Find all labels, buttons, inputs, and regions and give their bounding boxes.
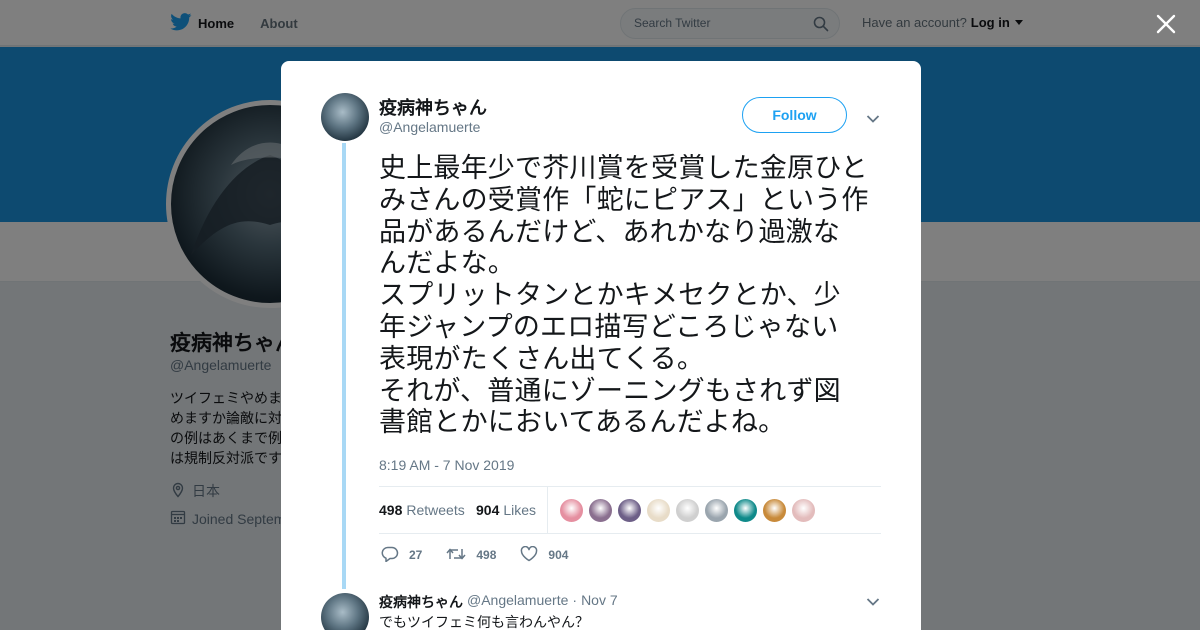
tweet-modal: 疫病神ちゃん @Angelamuerte Follow 史上最年少で芥川賞を受賞…: [281, 61, 921, 630]
chevron-down-icon[interactable]: [866, 594, 880, 612]
reply-date[interactable]: Nov 7: [581, 592, 618, 612]
tweet-text-line: 年ジャンプのエロ描写どころじゃない: [379, 311, 839, 342]
liker-avatar[interactable]: [588, 498, 613, 523]
author-avatar[interactable]: [321, 93, 369, 141]
heart-icon: [520, 545, 538, 565]
reply-separator: ·: [572, 592, 578, 608]
like-count: 904: [548, 548, 569, 562]
stats-divider: [547, 487, 548, 534]
tweet-text-line: 書館とかにおいてあるんだよね。: [379, 407, 786, 438]
reply-text: でもツイフェミ何も言わんやん？: [379, 614, 589, 630]
liker-avatar[interactable]: [617, 498, 642, 523]
reply-author-handle[interactable]: @Angelamuerte: [467, 592, 568, 612]
tweet-timestamp[interactable]: 8:19 AM - 7 Nov 2019: [379, 457, 514, 473]
retweets-label: Retweets: [406, 502, 465, 518]
author-handle[interactable]: @Angelamuerte: [379, 119, 480, 135]
author-name[interactable]: 疫病神ちゃん: [379, 94, 487, 120]
tweet-actions: 27 498 904: [381, 545, 592, 565]
liker-avatar[interactable]: [704, 498, 729, 523]
tweet-text: 史上最年少で芥川賞を受賞した金原ひと みさんの受賞作「蛇にピアス」という作 品が…: [379, 153, 891, 439]
liker-avatars: [559, 498, 816, 523]
retweet-action[interactable]: 498: [446, 546, 496, 565]
tweet-text-line: それが、普通にゾーニングもされず図: [379, 375, 841, 406]
tweet-stats: 498 Retweets 904 Likes: [379, 486, 881, 534]
retweets-stat[interactable]: 498 Retweets: [379, 502, 465, 518]
liker-avatar[interactable]: [791, 498, 816, 523]
likes-stat[interactable]: 904 Likes: [476, 502, 536, 518]
likes-label: Likes: [503, 502, 537, 518]
reply-header: 疫病神ちゃん @Angelamuerte · Nov 7: [379, 592, 618, 612]
reply-author-name[interactable]: 疫病神ちゃん: [379, 592, 463, 612]
reply-avatar[interactable]: [321, 593, 369, 630]
follow-button[interactable]: Follow: [742, 97, 847, 133]
liker-avatar[interactable]: [559, 498, 584, 523]
tweet-text-line: 品があるんだけど、あれかなり過激な: [379, 216, 841, 247]
liker-avatar[interactable]: [675, 498, 700, 523]
retweet-icon: [446, 546, 466, 565]
reply-count: 27: [409, 548, 423, 562]
like-action[interactable]: 904: [520, 545, 569, 565]
tweet-text-line: みさんの受賞作「蛇にピアス」という作: [379, 184, 869, 215]
retweets-count: 498: [379, 502, 403, 518]
retweet-count: 498: [476, 548, 497, 562]
thread-connector-line: [342, 143, 346, 589]
close-icon[interactable]: [1154, 12, 1178, 36]
liker-avatar[interactable]: [646, 498, 671, 523]
reply-icon: [381, 546, 399, 565]
tweet-text-line: んだよな。: [379, 248, 515, 279]
reply-action[interactable]: 27: [381, 546, 422, 565]
liker-avatar[interactable]: [733, 498, 758, 523]
tweet-text-line: 史上最年少で芥川賞を受賞した金原ひと: [379, 153, 868, 183]
likes-count: 904: [476, 502, 500, 518]
tweet-text-line: スプリットタンとかキメセクとか、少: [379, 280, 841, 311]
tweet-text-line: 表現がたくさん出てくる。: [379, 343, 705, 374]
chevron-down-icon[interactable]: [866, 111, 880, 129]
liker-avatar[interactable]: [762, 498, 787, 523]
